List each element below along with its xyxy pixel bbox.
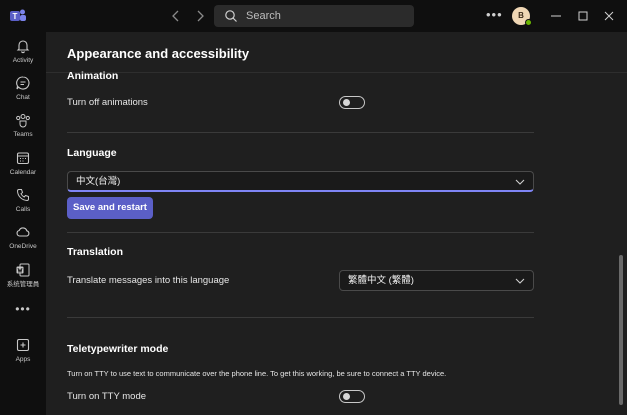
tty-section-title: Teletypewriter mode — [67, 343, 169, 355]
scrollbar-thumb[interactable] — [619, 255, 623, 405]
rail-item-apps[interactable]: Apps — [0, 337, 46, 364]
rail-item-calls[interactable]: Calls — [0, 187, 46, 214]
rail-item-label: OneDrive — [9, 243, 37, 250]
rail-item-admin[interactable]: 系统管理員 — [0, 262, 46, 289]
rail-item-label: Teams — [13, 131, 33, 138]
save-and-restart-button[interactable]: Save and restart — [67, 197, 153, 219]
section-divider — [67, 232, 534, 233]
chevron-right-icon — [197, 10, 204, 22]
app-icon — [16, 263, 30, 277]
teams-icon — [16, 114, 30, 128]
section-divider — [67, 132, 534, 133]
rail-item-teams[interactable]: Teams — [0, 112, 46, 139]
title-bar: T Search ••• B — [0, 0, 627, 32]
animation-section-title: Animation — [67, 70, 119, 82]
svg-text:T: T — [13, 12, 18, 21]
rail-item-label: Activity — [12, 57, 34, 64]
rail-item-label: Apps — [15, 356, 31, 363]
tty-description: Turn on TTY to use text to communicate o… — [67, 369, 447, 378]
calendar-icon — [16, 152, 30, 165]
cloud-icon — [16, 227, 30, 237]
language-dropdown-value: 中文(台灣) — [76, 176, 121, 187]
language-dropdown[interactable]: 中文(台灣) — [67, 171, 534, 192]
settings-panel: Appearance and accessibility Animation T… — [46, 32, 627, 415]
translation-dropdown-value: 繁體中文 (繁體) — [348, 275, 414, 286]
header-divider — [46, 72, 627, 73]
search-box[interactable]: Search — [214, 5, 414, 27]
teams-logo-icon: T — [10, 9, 26, 21]
chevron-down-icon — [515, 179, 525, 185]
forward-button[interactable] — [192, 8, 208, 24]
tty-toggle-label: Turn on TTY mode — [67, 391, 147, 402]
toggle-knob — [343, 99, 350, 106]
animation-toggle-label: Turn off animations — [67, 97, 148, 108]
app-bar: Activity Chat Teams Calendar Calls OneDr… — [0, 32, 46, 415]
rail-item-label: Calendar — [9, 169, 37, 176]
translation-language-dropdown[interactable]: 繁體中文 (繁體) — [339, 270, 534, 291]
toggle-knob — [343, 393, 350, 400]
rail-item-activity[interactable]: Activity — [0, 38, 46, 65]
rail-item-label: Calls — [15, 206, 31, 213]
rail-item-calendar[interactable]: Calendar — [0, 150, 46, 177]
rail-item-onedrive[interactable]: OneDrive — [0, 224, 46, 251]
chevron-left-icon — [172, 10, 179, 22]
teams-window: T Search ••• B Activity Chat Teams Calen… — [0, 0, 627, 415]
rail-item-label: 系统管理員 — [6, 281, 40, 288]
presence-status-badge — [525, 19, 532, 26]
rail-item-chat[interactable]: Chat — [0, 75, 46, 102]
search-icon — [225, 10, 237, 22]
animation-toggle[interactable] — [339, 96, 365, 109]
minimize-icon[interactable] — [548, 8, 564, 24]
bell-icon — [16, 40, 30, 54]
translation-label: Translate messages into this language — [67, 275, 230, 286]
maximize-icon[interactable] — [575, 8, 591, 24]
translation-section-title: Translation — [67, 246, 124, 258]
more-options-button[interactable]: ••• — [486, 8, 502, 24]
plus-square-icon — [16, 338, 30, 352]
tty-toggle[interactable] — [339, 390, 365, 403]
back-button[interactable] — [168, 8, 184, 24]
phone-icon — [16, 189, 29, 202]
page-title: Appearance and accessibility — [67, 46, 250, 61]
chevron-down-icon — [515, 278, 525, 284]
search-placeholder: Search — [246, 10, 281, 22]
chat-icon — [16, 76, 30, 90]
more-apps-button[interactable]: ••• — [0, 302, 46, 316]
close-icon[interactable] — [601, 8, 617, 24]
rail-item-label: Chat — [16, 94, 30, 101]
section-divider — [67, 317, 534, 318]
language-section-title: Language — [67, 147, 117, 159]
